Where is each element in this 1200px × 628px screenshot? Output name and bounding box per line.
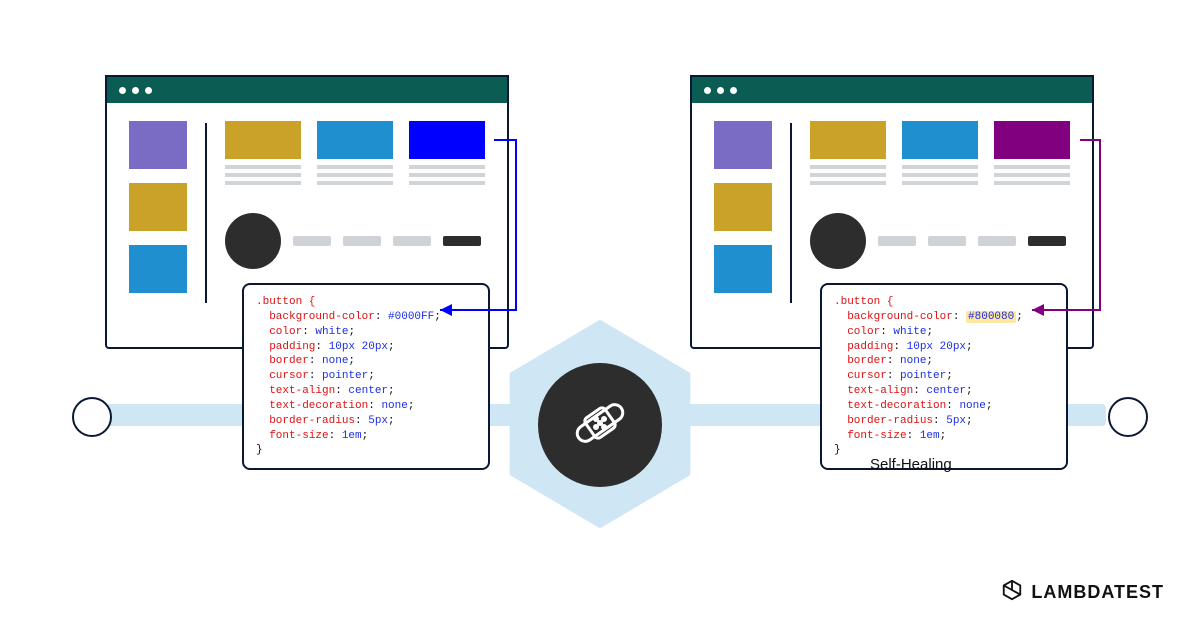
card (225, 121, 301, 185)
card-row (225, 121, 485, 185)
endpoint-right (1108, 397, 1148, 437)
traffic-light-icon (145, 87, 152, 94)
swatch (129, 245, 187, 293)
placeholder-bar (978, 236, 1016, 246)
card-target (994, 121, 1070, 185)
placeholder-lines (810, 165, 886, 185)
card (902, 121, 978, 185)
swatch (714, 245, 772, 293)
placeholder-lines (317, 165, 393, 185)
traffic-light-icon (132, 87, 139, 94)
placeholder-lines (994, 165, 1070, 185)
avatar-placeholder (225, 213, 281, 269)
placeholder-lines (902, 165, 978, 185)
main-column (810, 121, 1070, 303)
center-badge (538, 363, 662, 487)
placeholder-bar (393, 236, 431, 246)
content-row (810, 213, 1070, 269)
swatch (129, 183, 187, 231)
avatar-placeholder (810, 213, 866, 269)
lambdatest-mark-icon (1001, 579, 1023, 606)
divider (205, 123, 207, 303)
traffic-light-icon (730, 87, 737, 94)
endpoint-left (72, 397, 112, 437)
card-target (409, 121, 485, 185)
content-row (225, 213, 485, 269)
side-swatches (129, 121, 187, 303)
window-titlebar (692, 77, 1092, 103)
placeholder-bar (343, 236, 381, 246)
target-color-block (994, 121, 1070, 159)
window-titlebar (107, 77, 507, 103)
card-color (810, 121, 886, 159)
card (317, 121, 393, 185)
side-swatches (714, 121, 772, 303)
placeholder-bar (928, 236, 966, 246)
diagram-canvas: .button { background-color: #0000FF; col… (0, 0, 1200, 628)
main-column (225, 121, 485, 303)
placeholder-lines (409, 165, 485, 185)
bandage-icon (568, 391, 632, 460)
placeholder-lines (225, 165, 301, 185)
css-code-before: .button { background-color: #0000FF; col… (242, 283, 490, 470)
card (810, 121, 886, 185)
traffic-light-icon (704, 87, 711, 94)
card-row (810, 121, 1070, 185)
swatch (129, 121, 187, 169)
placeholder-bar (443, 236, 481, 246)
card-color (225, 121, 301, 159)
css-code-after: .button { background-color: #800080; col… (820, 283, 1068, 470)
swatch (714, 121, 772, 169)
divider (790, 123, 792, 303)
placeholder-bar (1028, 236, 1066, 246)
traffic-light-icon (717, 87, 724, 94)
swatch (714, 183, 772, 231)
center-hexagon (495, 313, 705, 535)
caption-self-healing: Self-Healing (870, 456, 952, 473)
card-color (317, 121, 393, 159)
lambdatest-logo: LAMBDATEST (1001, 579, 1164, 606)
logo-text: LAMBDATEST (1031, 582, 1164, 603)
traffic-light-icon (119, 87, 126, 94)
placeholder-bar (878, 236, 916, 246)
target-color-block (409, 121, 485, 159)
card-color (902, 121, 978, 159)
placeholder-bar (293, 236, 331, 246)
